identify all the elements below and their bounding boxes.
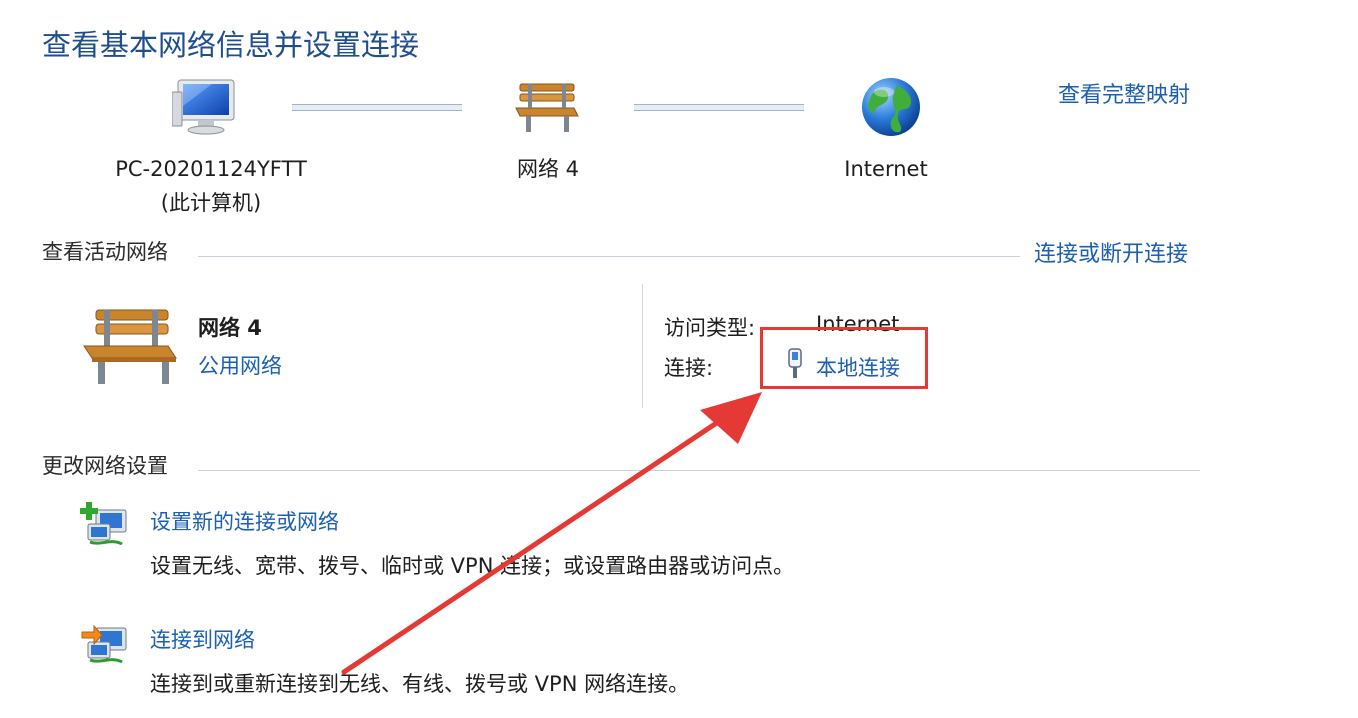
annotation-arrow bbox=[0, 0, 1358, 718]
